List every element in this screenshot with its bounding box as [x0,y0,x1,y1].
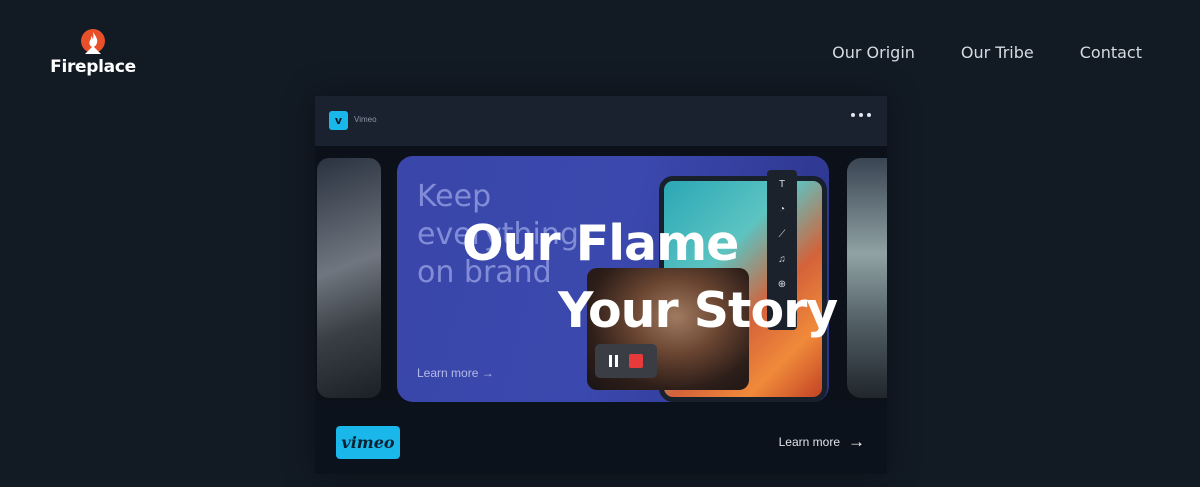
video-title: Vimeo [354,115,377,124]
video-banner: Keep everything on brand Learn more → T … [397,156,829,402]
video-title-bar: v Vimeo [315,96,887,146]
video-learn-more-label: Learn more [778,435,840,449]
brand-logo[interactable]: Fireplace [50,28,136,77]
banner-headline: Keep everything on brand [417,179,579,290]
brand-name: Fireplace [50,57,136,77]
add-tool-icon[interactable]: ⊕ [778,278,786,292]
video-player[interactable]: v Vimeo Keep everything on brand Learn m… [315,96,887,474]
nav-our-tribe[interactable]: Our Tribe [961,43,1034,62]
video-learn-more-link[interactable]: Learn more → [779,432,865,452]
flame-logo-icon [81,29,105,54]
video-thumbnail-right [847,158,887,398]
color-tool-icon[interactable]: ◔ [779,203,785,217]
pause-icon[interactable] [609,355,618,367]
music-tool-icon[interactable]: ♫ [778,253,786,267]
editor-toolbar: T ◔ ⟋ ♫ ⊕ [767,170,797,330]
more-options-icon[interactable] [851,113,871,117]
vimeo-logo-button[interactable]: vimeo [336,426,400,459]
text-tool-icon[interactable]: T [779,178,785,192]
video-thumbnail-left [317,158,381,398]
main-nav: Our Origin Our Tribe Contact [832,43,1142,62]
nav-contact[interactable]: Contact [1080,43,1142,62]
arrow-right-icon: → [848,432,865,451]
vimeo-badge-icon: v [329,111,348,130]
nav-our-origin[interactable]: Our Origin [832,43,915,62]
draw-tool-icon[interactable]: ⟋ [779,228,786,242]
recording-controls [595,344,657,378]
banner-learn-more-link[interactable]: Learn more → [417,366,494,380]
video-frame: Keep everything on brand Learn more → T … [317,146,887,402]
stop-record-icon[interactable] [629,354,643,368]
